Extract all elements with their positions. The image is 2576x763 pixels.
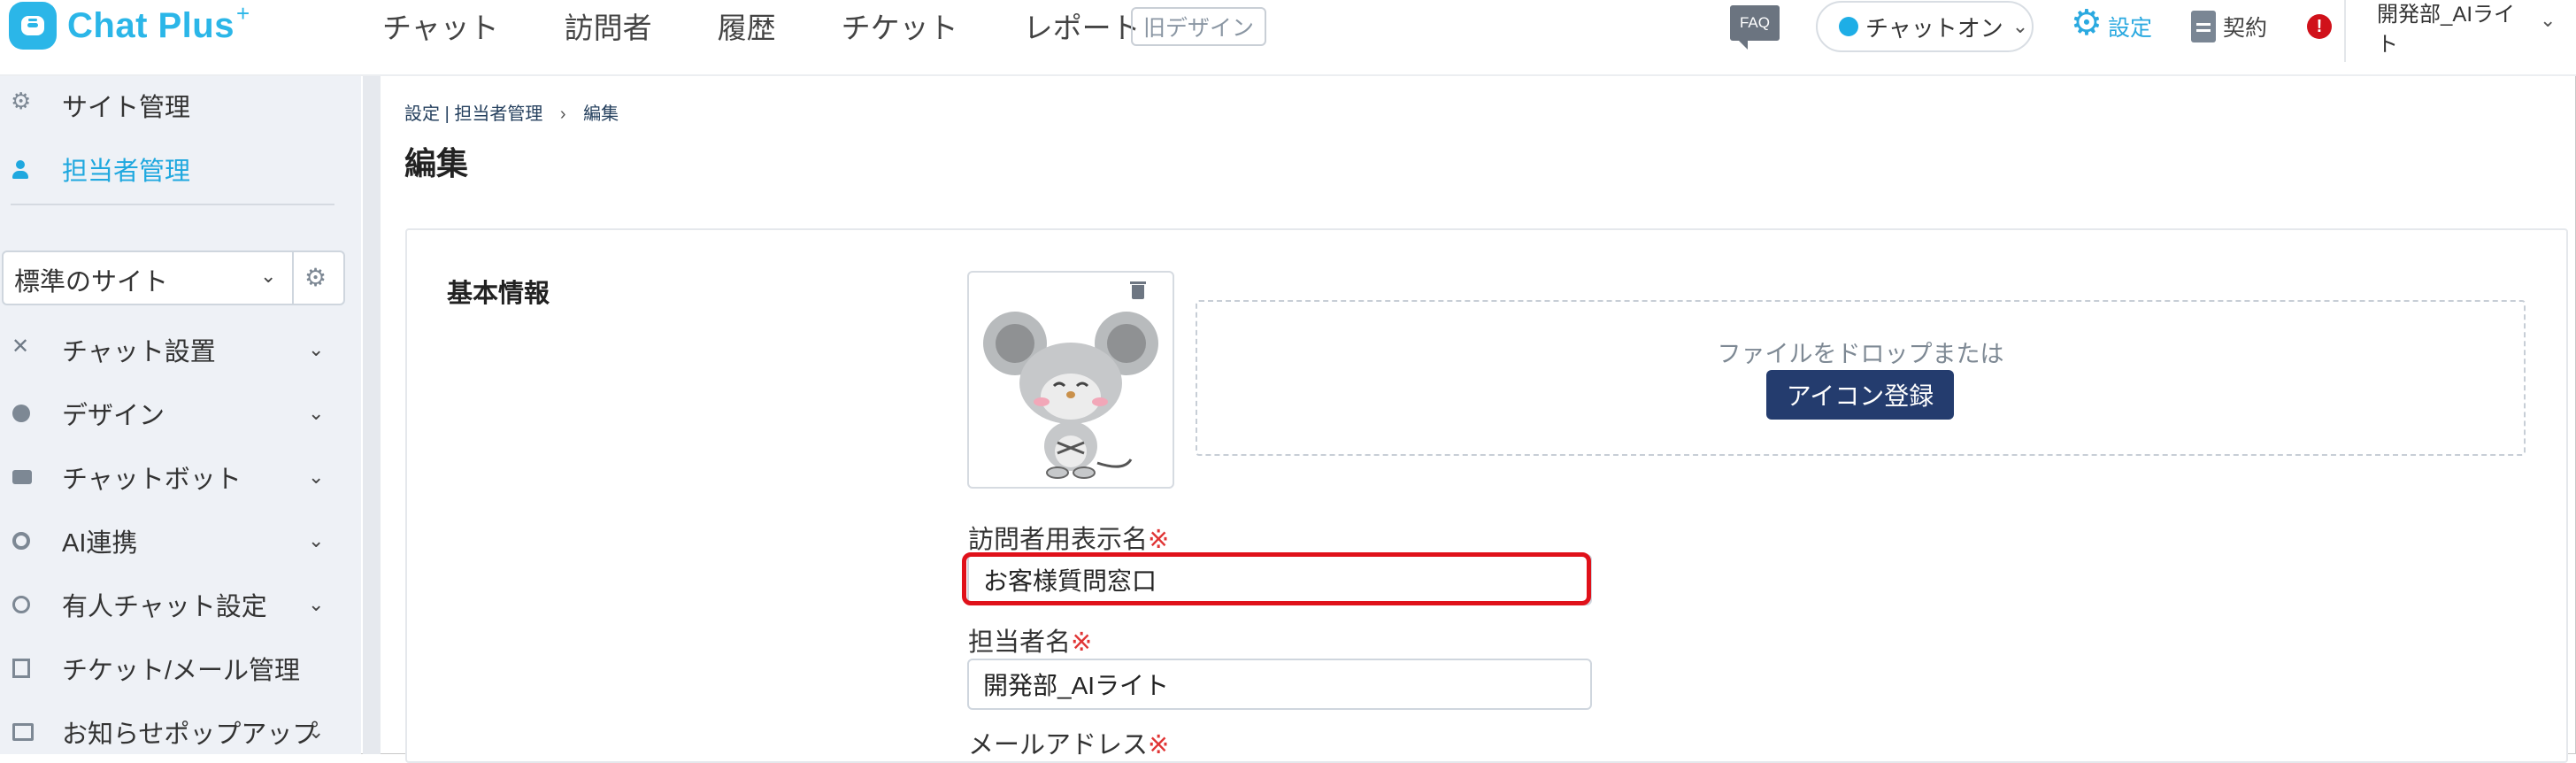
- field-label-text: 訪問者用表示名: [968, 526, 1149, 554]
- document-icon: [2191, 11, 2216, 42]
- sidebar-item-label: デザイン: [62, 402, 165, 430]
- sidebar-item-label: サイト管理: [62, 94, 191, 122]
- chat-plus-logo-icon: [9, 2, 57, 50]
- nav-visitors[interactable]: 訪問者: [565, 4, 652, 47]
- visitor-display-name-label: 訪問者用表示名※: [968, 519, 1169, 556]
- sidebar-scrollbar[interactable]: [363, 76, 381, 754]
- sidebar-divider: [11, 204, 334, 205]
- old-design-button[interactable]: 旧デザイン: [1131, 7, 1267, 46]
- chevron-down-icon: ⌄: [308, 402, 325, 424]
- sidebar-item-label: チケット/メール管理: [62, 657, 301, 685]
- site-settings-gear-icon[interactable]: ⚙: [304, 263, 327, 292]
- sidebar-item-manned-chat[interactable]: 有人チャット設定 ⌄: [0, 582, 354, 627]
- chevron-down-icon: ⌄: [2011, 15, 2029, 37]
- nav-history[interactable]: 履歴: [718, 4, 776, 47]
- breadcrumb-settings[interactable]: 設定: [404, 104, 440, 124]
- ai-icon: [12, 532, 30, 550]
- contract-link[interactable]: 契約: [2191, 7, 2267, 46]
- nav-tickets[interactable]: チケット: [842, 4, 958, 47]
- site-select[interactable]: 標準のサイト ⌄ ⚙: [2, 250, 345, 305]
- settings-link[interactable]: 設定: [2071, 5, 2153, 46]
- chevron-down-icon: ⌄: [308, 529, 325, 551]
- alert-icon[interactable]: !: [2307, 14, 2332, 39]
- user-menu[interactable]: 開発部_AIライト: [2377, 0, 2536, 60]
- chevron-down-icon: ⌄: [308, 338, 325, 360]
- settings-label: 設定: [2108, 16, 2153, 41]
- sidebar-item-ticket-mail[interactable]: チケット/メール管理: [0, 646, 354, 690]
- required-mark: ※: [1071, 628, 1093, 657]
- chevron-down-icon: ⌄: [308, 466, 325, 488]
- email-label: メールアドレス※: [968, 724, 1169, 761]
- gear-icon: [2071, 5, 2103, 42]
- gear-icon: [11, 88, 34, 116]
- breadcrumb-arrow-icon: ›: [559, 104, 566, 124]
- breadcrumb-current: 編集: [583, 104, 619, 124]
- logo-text: Chat Plus: [67, 5, 235, 45]
- sidebar-item-chat-install[interactable]: チャット設置 ⌄: [0, 328, 354, 372]
- sidebar-item-label: チャット設置: [62, 338, 216, 366]
- sidebar-item-site-management[interactable]: サイト管理: [0, 83, 354, 127]
- required-mark: ※: [1148, 526, 1170, 554]
- highlight-box: [962, 552, 1591, 605]
- register-icon-button[interactable]: アイコン登録: [1766, 370, 1954, 420]
- logo[interactable]: Chat Plus +: [9, 0, 250, 51]
- list-icon: [12, 659, 30, 678]
- sidebar-item-agent-management[interactable]: 担当者管理: [0, 147, 354, 191]
- nav-chat[interactable]: チャット: [382, 4, 499, 47]
- nav-reports[interactable]: レポート: [1024, 4, 1141, 47]
- trash-icon[interactable]: [1130, 280, 1146, 299]
- popup-icon: [12, 723, 34, 741]
- header-divider: [2344, 0, 2346, 62]
- breadcrumb-agent-management[interactable]: 担当者管理: [454, 104, 542, 124]
- sidebar-item-ai-integration[interactable]: AI連携 ⌄: [0, 519, 354, 563]
- avatar-preview: [967, 271, 1174, 489]
- dropzone-text: ファイルをドロップまたは: [1717, 341, 2004, 367]
- contract-label: 契約: [2223, 16, 2268, 41]
- faq-icon[interactable]: FAQ: [1730, 5, 1780, 50]
- sidebar-item-label: 担当者管理: [62, 158, 191, 186]
- chat-icon: [12, 470, 32, 484]
- required-mark: ※: [1148, 731, 1170, 759]
- mouse-avatar-image: [983, 312, 1158, 479]
- site-select-value: 標準のサイト: [14, 268, 169, 297]
- chevron-down-icon: ⌄: [260, 265, 277, 287]
- sidebar-item-label: チャットボット: [62, 466, 242, 494]
- agent-name-input[interactable]: [967, 659, 1592, 710]
- sidebar-item-label: お知らせポップアップ: [62, 721, 319, 749]
- chevron-down-icon: ⌄: [308, 593, 325, 615]
- chevron-down-icon: ⌄: [308, 721, 325, 743]
- headset-icon: [12, 596, 30, 613]
- status-label: チャットオン: [1865, 14, 2003, 42]
- palette-icon: [12, 405, 30, 422]
- user-icon: [12, 158, 34, 180]
- chevron-down-icon[interactable]: ⌄: [2540, 9, 2556, 32]
- field-label-text: 担当者名: [968, 628, 1072, 657]
- sidebar-item-popup[interactable]: お知らせポップアップ ⌄: [0, 710, 354, 754]
- section-title: 基本情報: [447, 280, 550, 308]
- sidebar-item-label: 有人チャット設定: [62, 593, 267, 621]
- agent-name-label: 担当者名※: [968, 621, 1092, 659]
- status-dot-icon: [1839, 17, 1858, 36]
- logo-plus: +: [235, 0, 250, 27]
- page-title: 編集: [404, 145, 469, 181]
- sidebar-item-design[interactable]: デザイン ⌄: [0, 391, 354, 435]
- field-label-text: メールアドレス: [968, 731, 1149, 759]
- sidebar-item-label: AI連携: [62, 529, 138, 558]
- tools-icon: [12, 334, 34, 360]
- breadcrumb-separator: |: [444, 104, 450, 124]
- top-header: Chat Plus + チャット 訪問者 履歴 チケット レポート 旧デザイン …: [0, 0, 2576, 76]
- breadcrumb: 設定 | 担当者管理 › 編集: [404, 99, 619, 125]
- main-nav: チャット 訪問者 履歴 チケット レポート: [382, 0, 1206, 51]
- sidebar-item-chatbot[interactable]: チャットボット ⌄: [0, 455, 354, 499]
- chat-status-dropdown[interactable]: チャットオン ⌄: [1816, 1, 2034, 52]
- select-separator: [292, 252, 294, 304]
